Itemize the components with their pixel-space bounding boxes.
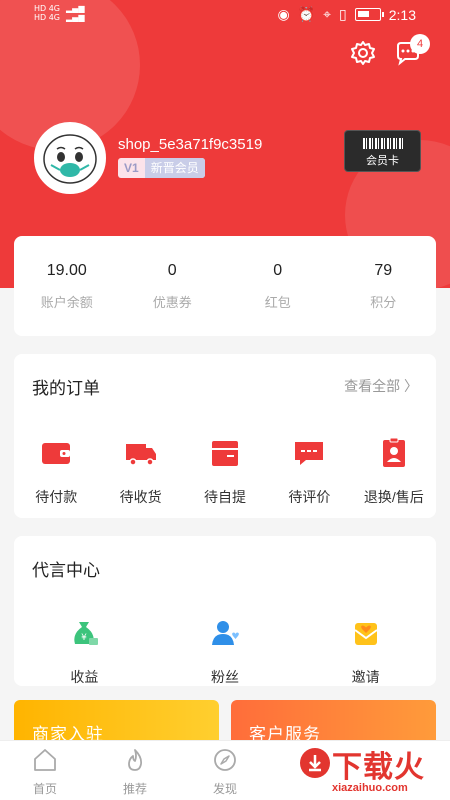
ambassador-fans[interactable]: 粉丝 <box>155 616 296 687</box>
stat-value: 0 <box>273 262 283 279</box>
stat-value: 0 <box>167 262 177 279</box>
avatar[interactable] <box>34 122 106 194</box>
order-pending-receipt[interactable]: 待收货 <box>98 436 182 507</box>
invite-icon <box>354 623 378 645</box>
order-label: 待评价 <box>288 489 331 505</box>
orders-title: 我的订单 <box>32 379 100 398</box>
order-pending-payment[interactable]: 待付款 <box>14 436 98 507</box>
gear-icon <box>351 41 375 65</box>
clock-time: 2:13 <box>388 6 416 23</box>
member-card-label: 会员卡 <box>366 155 399 167</box>
truck-icon <box>125 444 156 466</box>
stat-label: 红包 <box>264 295 291 310</box>
stat-balance[interactable]: 19.00 账户余额 <box>14 236 120 336</box>
status-bar: HD 4G ▂▄▆ HD 4G ▂▄▆ ◉ ⏰ ⌖ ▯ 2:13 <box>0 0 450 32</box>
tab-label: 首页 <box>32 782 57 796</box>
order-label: 待付款 <box>35 489 78 505</box>
status-icons: ◉ ⏰ ⌖ ▯ 2:13 <box>277 6 416 23</box>
eye-icon: ◉ <box>277 6 290 22</box>
wallet-icon <box>42 443 71 464</box>
battery-fill <box>357 11 369 17</box>
money-bag-icon: ¥ <box>74 622 99 645</box>
stat-label: 积分 <box>370 295 397 310</box>
ambassador-label: 收益 <box>70 669 99 685</box>
download-icon <box>300 748 330 778</box>
level-name: 新晋会员 <box>144 158 205 178</box>
ambassador-label: 粉丝 <box>211 669 239 685</box>
order-pending-review[interactable]: 待评价 <box>267 436 351 507</box>
ambassador-title: 代言中心 <box>32 561 100 580</box>
stat-red-packets[interactable]: 0 红包 <box>225 236 331 336</box>
stat-value: 19.00 <box>46 262 87 279</box>
order-returns[interactable]: 退换/售后 <box>352 436 436 507</box>
fans-icon <box>212 621 239 645</box>
stat-label: 优惠券 <box>152 295 192 310</box>
level-code: V1 <box>124 161 139 175</box>
watermark-text: 下载火 <box>332 751 425 784</box>
home-icon <box>34 749 56 771</box>
signal-row: HD 4G <box>34 4 61 13</box>
avatar-character-icon <box>43 134 97 184</box>
order-label: 待收货 <box>119 489 162 505</box>
watermark-url: xiazaihuo.com <box>332 782 408 794</box>
settings-button[interactable] <box>348 38 378 68</box>
tab-discover[interactable]: 发现 <box>180 741 270 800</box>
flame-icon <box>128 749 143 771</box>
vibrate-icon: ▯ <box>339 6 347 22</box>
tab-home[interactable]: 首页 <box>0 741 90 800</box>
tab-recommend[interactable]: 推荐 <box>90 741 180 800</box>
stat-label: 账户余额 <box>40 295 93 310</box>
ambassador-invite[interactable]: 邀请 <box>295 616 436 687</box>
site-watermark: 下载火 xiazaihuo.com <box>300 742 450 800</box>
account-stats-card: 19.00 账户余额 0 优惠券 0 红包 79 积分 <box>14 236 436 336</box>
return-icon <box>382 437 405 467</box>
svg-text:¥: ¥ <box>81 633 87 643</box>
member-card-button[interactable]: 会员卡 <box>344 130 421 172</box>
ambassador-center-card: 代言中心 ¥ 收益 粉丝 邀请 <box>14 536 436 686</box>
comment-icon <box>295 442 324 465</box>
member-level-badge: V1 新晋会员 <box>118 158 205 178</box>
alarm-icon: ⏰ <box>297 6 316 22</box>
my-orders-card: 我的订单 查看全部 〉 待付款 待收货 待自提 待评价 退换/售后 <box>14 354 436 518</box>
tab-label: 发现 <box>212 782 237 796</box>
message-count-badge: 4 <box>410 34 430 54</box>
tab-label: 推荐 <box>122 782 147 796</box>
battery-icon <box>354 8 384 21</box>
signal-row: HD 4G <box>34 13 61 22</box>
stat-value: 79 <box>374 262 393 279</box>
stat-points[interactable]: 79 积分 <box>331 236 437 336</box>
view-all-orders-link[interactable]: 查看全部 〉 <box>344 376 418 396</box>
box-icon <box>212 441 239 466</box>
ambassador-label: 邀请 <box>351 669 380 685</box>
location-icon: ⌖ <box>323 6 332 22</box>
username: shop_5e3a71f9c3519 <box>118 136 263 153</box>
order-pending-pickup[interactable]: 待自提 <box>183 436 267 507</box>
compass-icon <box>214 749 236 771</box>
order-label: 退换/售后 <box>363 489 424 505</box>
stat-coupons[interactable]: 0 优惠券 <box>120 236 226 336</box>
ambassador-earnings[interactable]: ¥ 收益 <box>14 616 155 687</box>
barcode-icon <box>362 138 403 149</box>
order-label: 待自提 <box>204 489 247 505</box>
signal-indicators: HD 4G ▂▄▆ HD 4G ▂▄▆ <box>34 4 85 22</box>
